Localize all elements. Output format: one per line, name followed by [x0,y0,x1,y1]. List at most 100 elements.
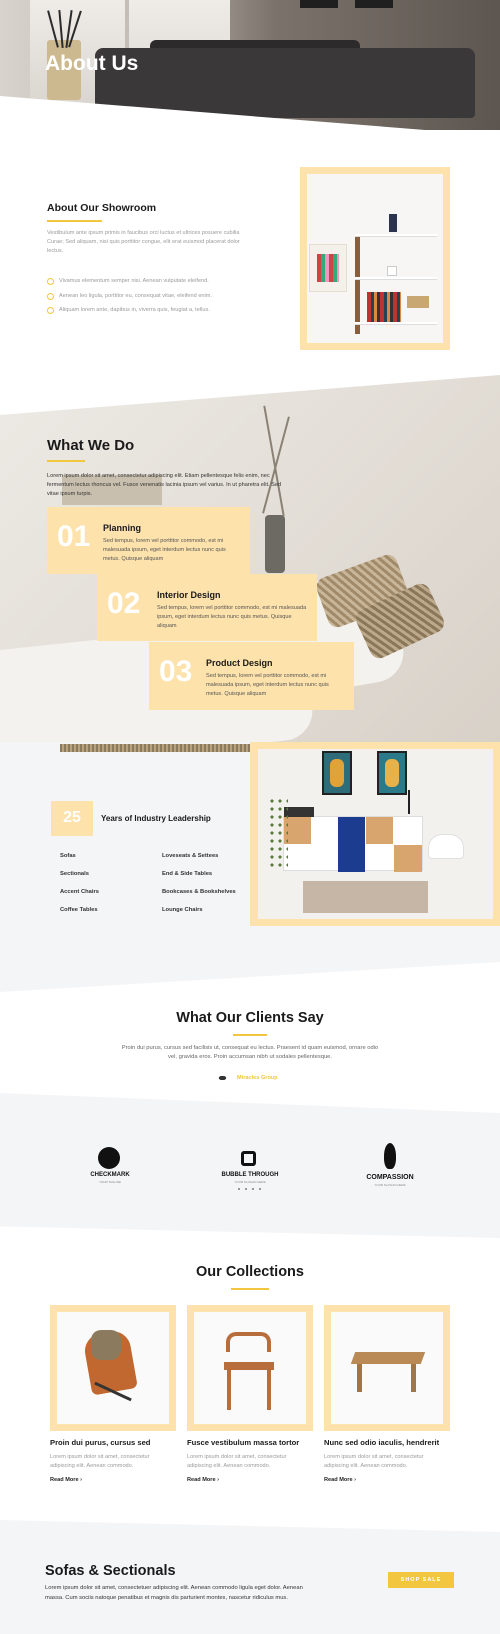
sofas-body: Lorem ipsum dolor sit amet, consectetuer… [45,1585,303,1601]
collection-image [194,1312,306,1424]
painting-image [322,751,352,795]
collection-desc: Lorem ipsum dolor sit amet, consectetur … [324,1454,424,1469]
picture-frame [355,0,393,8]
title-underline [47,460,85,462]
step-title: Product Design [206,658,273,668]
hero-banner: About Us [0,0,500,130]
chair-back [226,1332,271,1352]
collection-desc: Lorem ipsum dolor sit amet, consectetur … [187,1454,287,1469]
books-image [367,292,401,322]
shop-sale-button[interactable]: SHOP SALE [388,1572,454,1588]
page: About Us About Our Showroom Vestibulum a… [0,0,500,1634]
logo-name: BUBBLE THROUGH [221,1172,279,1178]
years-badge: 25 [51,801,93,836]
collection-title[interactable]: Nunc sed odio iaculis, hendrerit [324,1438,439,1447]
years-label: Years of Industry Leadership [101,814,211,823]
step-text: Sed tempus, lorem vel porttitor commodo,… [103,538,226,562]
lamp-image [408,790,410,814]
step-text: Sed tempus, lorem vel porttitor commodo,… [157,605,307,629]
logo-name: COMPASSION [366,1174,414,1181]
step-card: 01 Planning Sed tempus, lorem vel portti… [47,507,250,574]
checkmark-logo-icon [98,1147,120,1169]
category-link[interactable]: Bookcases & Bookshelves [162,889,236,895]
poster-art [317,254,339,282]
read-more-link[interactable]: Read More › [50,1477,82,1483]
category-link[interactable]: Accent Chairs [60,889,99,895]
step-number: 01 [57,520,91,553]
step-number: 02 [107,587,141,620]
painting-image [377,751,407,795]
shelf-photo [307,174,443,343]
table-leg [411,1364,416,1392]
client-quote: Proin dui purus, cursus sed facilisis ut… [121,1045,379,1060]
book-image [389,214,397,232]
collection-image [331,1312,443,1424]
cabinet-door [394,845,422,872]
table-top [350,1352,426,1364]
bonsai-image [268,797,288,869]
category-link[interactable]: Sofas [60,853,76,859]
chair-back [91,1330,121,1360]
collection-image [57,1312,169,1424]
page-title: About Us [45,52,139,75]
check-icon [47,278,54,285]
painting-figure [330,759,344,787]
painting-figure [385,759,399,787]
jar-image [387,266,397,276]
years-number: 25 [63,809,81,826]
category-link[interactable]: Sectionals [60,871,89,877]
category-link[interactable]: End & Side Tables [162,871,212,877]
step-card: 03 Product Design Sed tempus, lorem vel … [149,642,354,710]
collections-title: Our Collections [196,1264,304,1280]
what-we-do-title: What We Do [47,437,135,454]
step-title: Interior Design [157,590,221,600]
logo-tagline: YOUR TAGLINE [98,1180,122,1184]
cabinet-image [283,816,423,872]
collection-image-frame[interactable] [324,1305,450,1431]
vase-image [265,515,285,573]
title-underline [231,1288,269,1290]
check-icon [47,307,54,314]
sofa-image [95,48,475,118]
chair-leg [267,1370,271,1410]
clients-title: What Our Clients Say [176,1010,324,1026]
bubble-logo-icon [241,1151,256,1166]
bookcase-shelf [355,277,437,280]
collection-desc: Lorem ipsum dolor sit amet, consectetur … [50,1454,150,1469]
wood-strip [60,744,250,752]
table-leg [357,1364,362,1392]
read-more-link[interactable]: Read More › [187,1477,219,1483]
carousel-dots[interactable] [238,1188,262,1190]
step-card: 02 Interior Design Sed tempus, lorem vel… [97,574,317,641]
category-link[interactable]: Loveseats & Settees [162,853,218,859]
showroom-title: About Our Showroom [47,202,157,214]
bullet-text: Aliquam lorem ante, dapibus in, viverra … [59,307,210,313]
bookcase-shelf [355,322,437,325]
cabinet-door [284,817,311,844]
collection-image-frame[interactable] [187,1305,313,1431]
collection-title[interactable]: Fusce vestibulum massa tortor [187,1438,299,1447]
showroom-body: Vestibulum ante ipsum primis in faucibus… [47,230,240,254]
client-author: Miracles Group [237,1075,278,1081]
cabinet-door [366,817,393,844]
category-link[interactable]: Coffee Tables [60,907,98,913]
logo-tagline: YOUR SLOGAN HERE [234,1180,266,1184]
step-number: 03 [159,655,193,688]
read-more-link[interactable]: Read More › [324,1477,356,1483]
bullet-text: Vivamus elementum semper nisi. Aenean vu… [59,278,209,284]
what-we-do-body: Lorem ipsum dolor sit amet, consectetur … [47,473,282,497]
chair-leg [227,1370,231,1410]
collection-title[interactable]: Proin dui purus, cursus sed [50,1438,150,1447]
title-underline [233,1034,267,1036]
step-title: Planning [103,523,141,533]
logo-tagline: YOUR SLOGAN HERE [374,1183,406,1187]
category-link[interactable]: Lounge Chairs [162,907,203,913]
box-image [407,296,429,308]
bookcase-shelf [355,234,437,237]
bullet-text: Aenean leo ligula, porttitor eu, consequ… [59,293,212,299]
sofas-title: Sofas & Sectionals [45,1563,176,1579]
collection-image-frame[interactable] [50,1305,176,1431]
room-photo [258,749,493,919]
chair-seat [224,1362,274,1370]
logo-name: CHECKMARK [90,1172,130,1178]
